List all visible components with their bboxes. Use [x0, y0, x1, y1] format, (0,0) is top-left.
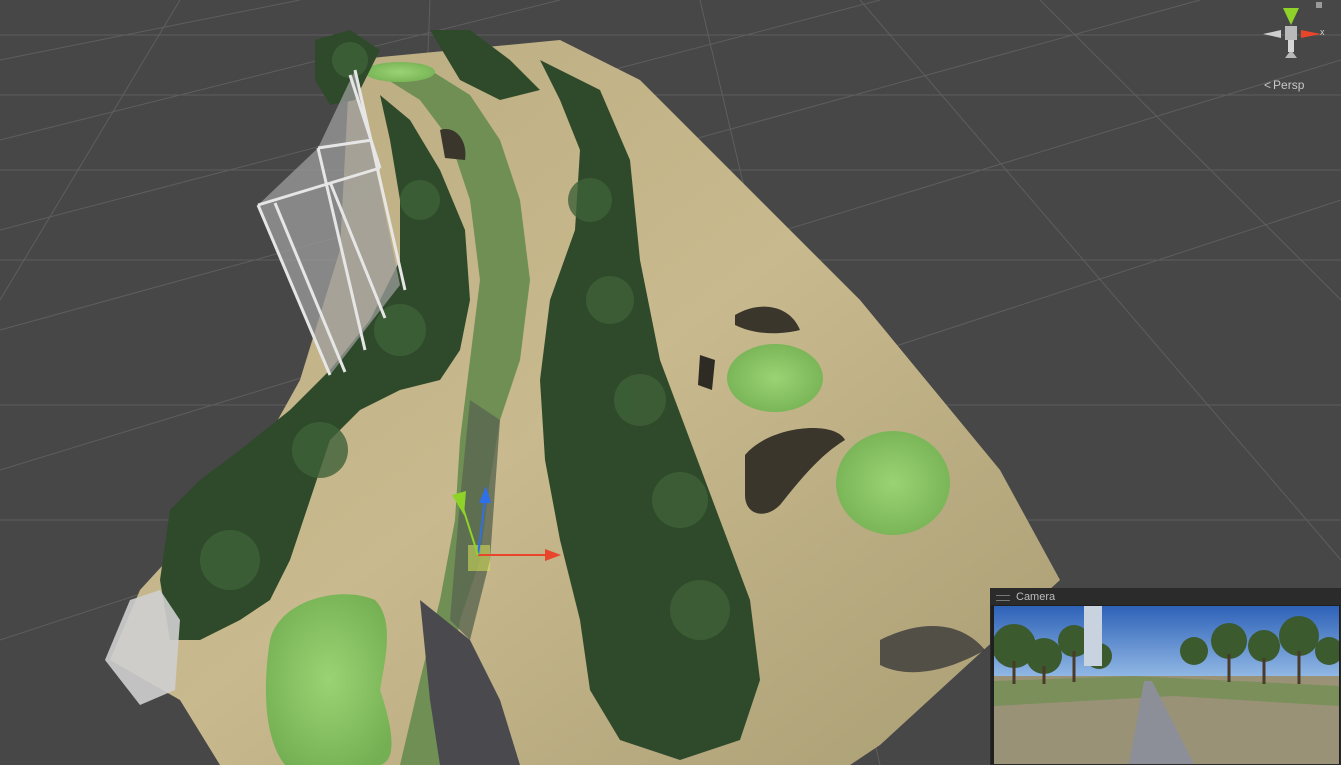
green-bottom [265, 594, 392, 765]
chevron-left-icon: < [1264, 78, 1272, 92]
gizmo-menu-icon[interactable] [1316, 2, 1322, 8]
camera-preview-view [994, 606, 1339, 764]
green-top [365, 62, 435, 82]
camera-preview-panel[interactable]: Camera [990, 588, 1341, 765]
golf-course-terrain[interactable] [105, 30, 1060, 765]
bunker [698, 355, 715, 390]
scene-view[interactable]: x < Persp Camera [0, 0, 1341, 765]
green-right [836, 431, 950, 535]
camera-preview-header[interactable]: Camera [991, 589, 1340, 605]
camera-preview-title: Camera [1016, 591, 1056, 603]
drag-handle-icon[interactable] [996, 595, 1010, 601]
projection-label: Persp [1273, 78, 1305, 92]
projection-toggle[interactable]: < Persp [1264, 78, 1304, 92]
gizmo-axis-x-label: x [1320, 27, 1325, 37]
green-middle [727, 344, 823, 412]
